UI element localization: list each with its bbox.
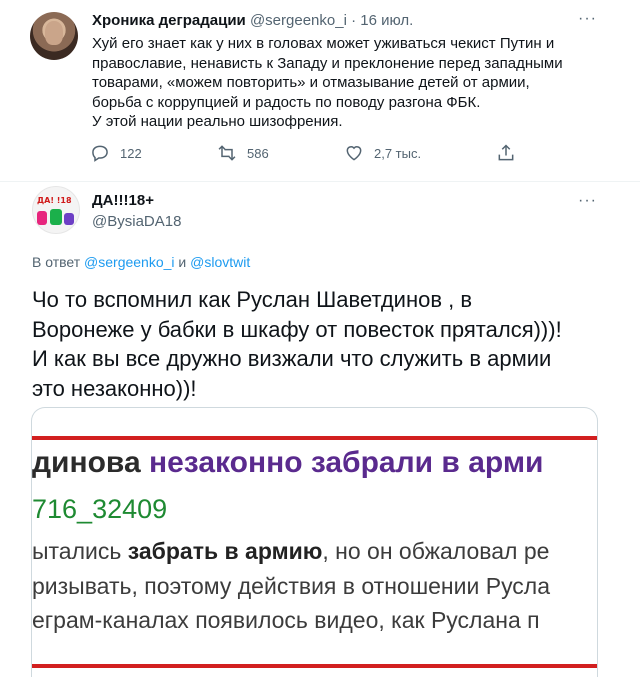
tweet-divider [0,181,640,182]
image-text-part: ытались [32,538,128,564]
tweet-date[interactable]: 16 июл. [360,12,413,29]
avatar-logo-text: ДА! !18 [37,196,72,205]
quoted-parent-tweet[interactable]: Хроника деградации @sergeenko_i · 16 июл… [0,0,640,180]
heart-icon [346,146,362,161]
reply-text-line: Воронеже у бабки в шкафу от повесток пря… [32,316,562,342]
tweet-text-line: товарами, «можем повторить» и отмазывани… [92,74,530,91]
reply-author-name[interactable]: ДА!!!18+ [92,192,154,209]
like-count: 2,7 тыс. [374,145,422,161]
author-handle[interactable]: @sergeenko_i [250,12,347,29]
image-text-line: еграм-каналах появилось видео, как Русла… [32,607,540,633]
reply-text-line: это незаконно))! [32,375,197,401]
image-text-line: ризывать, поэтому действия в отношении Р… [32,573,551,599]
image-red-line-bottom [32,664,597,668]
image-text-part: , но он обжаловал ре [322,538,550,564]
image-url-fragment: 716_32409 [32,494,168,524]
reply-and: и [174,254,191,270]
reply-tweet-text: Чо то вспомнил как Руслан Шаветдинов , в… [32,285,622,403]
tweet-header: Хроника деградации @sergeenko_i · 16 июл… [92,12,413,30]
share-icon [498,144,514,161]
tweet-text: Хуй его знает как у них в головах может … [92,34,602,132]
tweet-text-line: борьба с коррупцией и радость по поводу … [92,93,481,111]
image-headline-highlight: незаконно забрали в арми [149,446,544,479]
reply-count: 122 [120,145,142,161]
tweet-text-line: православие, ненависть к Западу и прекло… [92,54,563,72]
reply-author-handle[interactable]: @BysiaDA18 [92,213,181,230]
retweet-button[interactable]: 586 [217,143,269,163]
tweet-actions: 122 586 2,7 тыс. [90,143,530,165]
author-name[interactable]: Хроника деградации [92,12,246,29]
like-button[interactable]: 2,7 тыс. [344,143,421,163]
retweet-icon [218,145,236,161]
reply-prefix: В ответ [32,254,85,270]
author-avatar[interactable] [30,12,78,60]
reply-text-line: Чо то вспомнил как Руслан Шаветдинов , в [32,287,473,312]
image-text-bold: забрать в армию [127,538,323,564]
image-red-line-top [32,436,597,440]
reply-button[interactable]: 122 [90,143,142,163]
tweet-text-line: У этой нации реально шизофрения. [92,113,343,130]
retweet-count: 586 [247,145,269,161]
reply-author-avatar[interactable]: ДА! !18 [32,186,80,234]
reply-text-line: И как вы все дружно визжали что служить … [32,346,552,371]
reply-mention-1[interactable]: @sergeenko_i [84,254,175,270]
image-headline: динова незаконно забрали в арми [32,446,543,480]
image-text-line: ытались забрать в армию, но он обжаловал… [32,538,549,565]
meta-separator: · [346,12,361,29]
reply-mention-2[interactable]: @slovtwit [190,254,250,270]
more-options-icon[interactable]: ··· [578,10,597,28]
tweet-text-line: Хуй его знает как у них в головах может … [92,35,555,52]
reply-more-options-icon[interactable]: ··· [578,192,597,210]
attached-image[interactable]: динова незаконно забрали в арми 716_3240… [31,407,598,677]
share-button[interactable] [496,143,526,163]
replying-to: В ответ @sergeenko_i и @slovtwit [32,254,250,270]
reply-icon [92,145,108,162]
image-headline-part: динова [32,446,149,479]
